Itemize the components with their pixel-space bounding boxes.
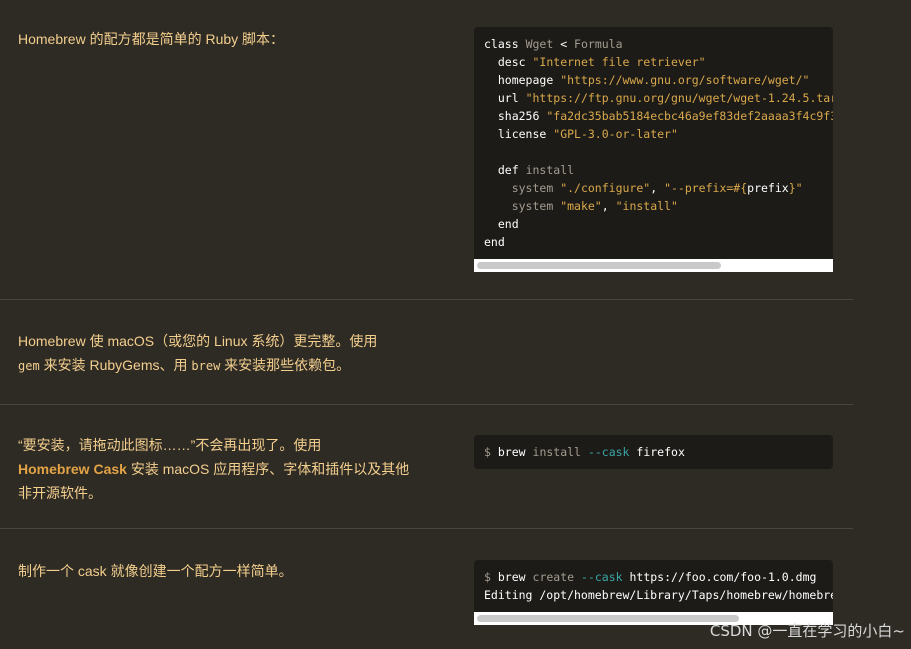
scrollbar-thumb[interactable] [477, 262, 721, 269]
section-divider [0, 528, 853, 529]
code-block-formula: class Wget < Formula desc "Internet file… [474, 27, 833, 272]
scrollbar-thumb[interactable] [477, 615, 739, 622]
section-1-text: Homebrew 的配方都是简单的 Ruby 脚本： [18, 31, 285, 47]
section-divider [0, 404, 853, 405]
section-3-text: “要安装，请拖动此图标……”不会再出现了。使用 Homebrew Cask 安装 … [18, 437, 410, 501]
section-2-text: Homebrew 使 macOS（或您的 Linux 系统）更完整。使用 gem … [18, 333, 378, 373]
section-4-text: 制作一个 cask 就像创建一个配方一样简单。 [18, 563, 293, 579]
code-install-content: $ brew install --cask firefox [484, 445, 685, 459]
section-divider [0, 299, 853, 300]
code-formula-content: class Wget < Formula desc "Internet file… [484, 37, 833, 249]
watermark: CSDN @一直在学习的小白~ [709, 622, 905, 640]
homebrew-cask-link[interactable]: Homebrew Cask [18, 461, 127, 477]
code-block-create-cask: $ brew create --cask https://foo.com/foo… [474, 560, 833, 625]
inline-code-gem: gem [18, 359, 40, 373]
code-horizontal-scrollbar[interactable] [474, 259, 833, 272]
code-create-content: $ brew create --cask https://foo.com/foo… [484, 570, 833, 602]
code-block-install-cask: $ brew install --cask firefox [474, 435, 833, 469]
inline-code-brew: brew [191, 359, 221, 373]
